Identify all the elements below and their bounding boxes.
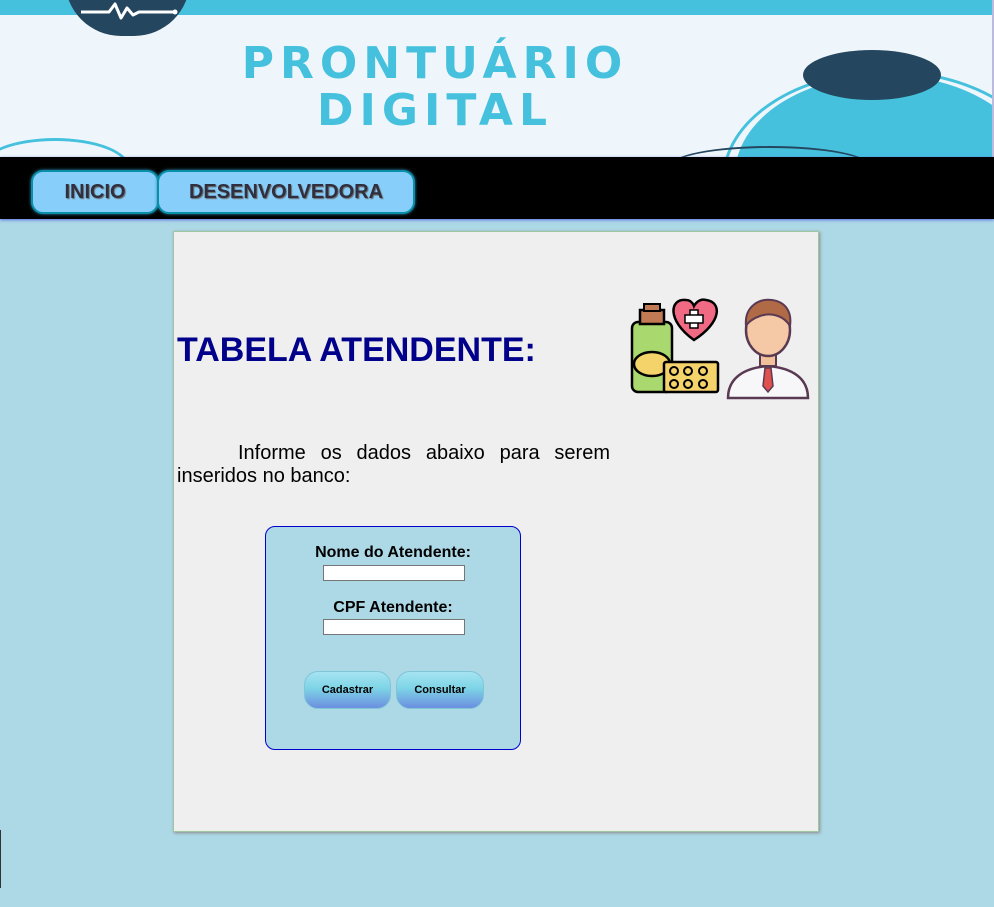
app-title-line1: PRONTUÁRIO	[241, 38, 629, 89]
cadastrar-button[interactable]: Cadastrar	[304, 671, 391, 709]
cpf-atendente-label: CPF Atendente:	[333, 599, 453, 616]
page-edge-line	[0, 830, 1, 888]
nav-inicio-button[interactable]: INICIO	[31, 170, 159, 214]
nome-atendente-input[interactable]	[323, 565, 465, 581]
nav-desenvolvedora-button[interactable]: DESENVOLVEDORA	[157, 170, 415, 214]
header-banner: PRONTUÁRIO DIGITAL	[0, 0, 994, 157]
intro-text: Informe os dados abaixo para serem inser…	[177, 442, 610, 487]
app-title-line2: DIGITAL	[316, 85, 554, 136]
logo	[65, 0, 190, 36]
cpf-atendente-input[interactable]	[323, 619, 465, 635]
atendente-form: Nome do Atendente: CPF Atendente: Cadast…	[265, 526, 521, 750]
heartbeat-icon	[81, 2, 178, 20]
navbar: INICIO DESENVOLVEDORA	[0, 157, 994, 219]
banner-wave-decoration	[0, 138, 130, 157]
nome-atendente-label: Nome do Atendente:	[315, 544, 471, 561]
app-title: PRONTUÁRIO DIGITAL	[0, 40, 870, 134]
content-card: TABELA ATENDENTE: Informe os dados abaix…	[173, 231, 819, 832]
doctor-medicine-icon	[630, 298, 810, 400]
consultar-button[interactable]: Consultar	[396, 671, 484, 709]
page-title: TABELA ATENDENTE:	[177, 331, 536, 369]
